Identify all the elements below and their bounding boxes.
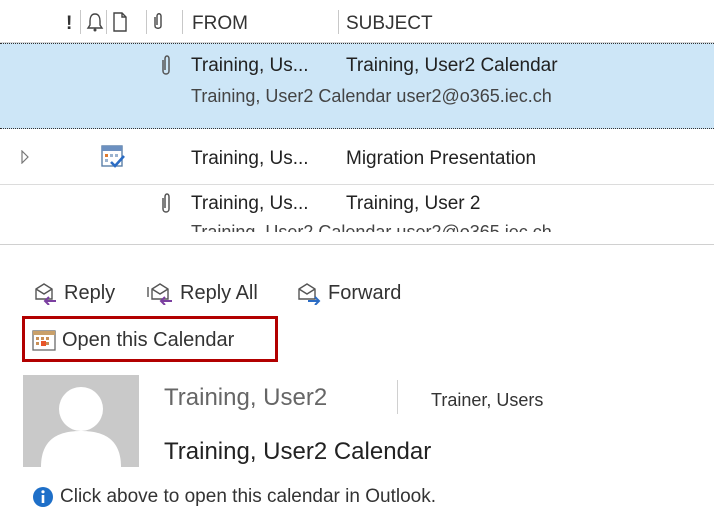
message-subject: Training, User2 Calendar xyxy=(346,55,558,76)
calendar-title: Training, User2 Calendar xyxy=(164,438,432,465)
importance-column-header[interactable]: ! xyxy=(66,13,72,35)
open-calendar-label: Open this Calendar xyxy=(62,328,235,351)
forward-button[interactable]: Forward xyxy=(296,278,401,308)
column-separator xyxy=(182,10,183,34)
message-subject: Migration Presentation xyxy=(346,148,537,169)
expand-arrow-icon[interactable] xyxy=(20,150,30,164)
message-preview: Training, User2 Calendar user2@o365.iec.… xyxy=(191,222,552,232)
message-row[interactable]: Training, Us... Migration Presentation xyxy=(0,128,714,185)
reply-all-icon xyxy=(147,283,172,305)
paperclip-icon xyxy=(162,55,170,75)
info-icon xyxy=(33,487,53,507)
subject-column-header[interactable]: SUBJECT xyxy=(346,13,433,35)
message-from: Training, Us... xyxy=(191,55,309,76)
forward-icon xyxy=(298,283,321,305)
column-separator xyxy=(338,10,339,34)
reply-all-button[interactable]: Reply All xyxy=(146,278,258,308)
message-subject: Training, User 2 xyxy=(346,193,481,214)
pane-divider xyxy=(0,244,714,245)
reply-icon xyxy=(35,283,56,305)
message-from: Training, Us... xyxy=(191,193,309,214)
paperclip-icon xyxy=(162,193,170,213)
info-text: Click above to open this calendar in Out… xyxy=(60,486,436,507)
meeting-request-icon xyxy=(101,145,125,168)
open-calendar-button[interactable]: Open this Calendar xyxy=(32,325,234,355)
person-placeholder-icon xyxy=(41,387,121,467)
message-from: Training, Us... xyxy=(191,148,309,169)
avatar xyxy=(23,375,139,467)
calendar-icon xyxy=(32,330,56,351)
column-separator xyxy=(106,10,107,34)
sender-details: Trainer, Users xyxy=(431,390,544,410)
message-preview: Training, User2 Calendar user2@o365.iec.… xyxy=(191,86,552,106)
sender-name: Training, User2 xyxy=(164,384,328,411)
reminder-bell-icon[interactable] xyxy=(86,12,104,32)
column-separator xyxy=(80,10,81,34)
reply-button[interactable]: Reply xyxy=(32,278,115,308)
document-icon[interactable] xyxy=(112,12,128,32)
attachment-column-icon[interactable] xyxy=(151,12,165,32)
message-list-header: ! FROM SUBJECT xyxy=(0,0,714,43)
message-row[interactable]: Training, Us... Training, User 2 Trainin… xyxy=(0,186,714,232)
from-column-header[interactable]: FROM xyxy=(192,13,248,35)
info-bar: Click above to open this calendar in Out… xyxy=(32,484,632,510)
sender-separator xyxy=(397,380,398,414)
reply-all-label: Reply All xyxy=(180,281,258,304)
reply-label: Reply xyxy=(64,281,116,304)
forward-label: Forward xyxy=(328,281,402,304)
message-row-selected[interactable]: Training, Us... Training, User2 Calendar… xyxy=(0,43,714,129)
column-separator xyxy=(146,10,147,34)
